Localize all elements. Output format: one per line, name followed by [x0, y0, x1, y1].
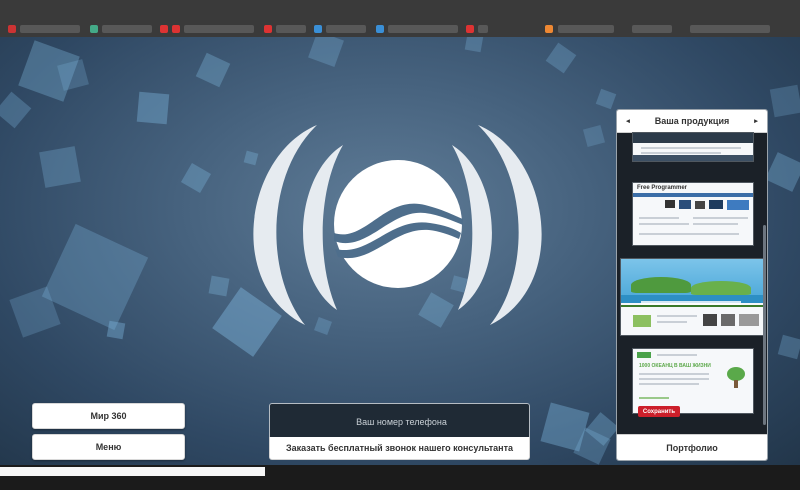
- decor-square: [545, 42, 577, 74]
- decor-square: [195, 52, 231, 88]
- bookmark-item[interactable]: [276, 25, 306, 33]
- decor-square: [308, 37, 344, 67]
- mir360-label: Мир 360: [90, 411, 127, 421]
- bookmarks-bar: [0, 0, 800, 38]
- decor-square: [180, 162, 212, 194]
- order-call-label: Заказать бесплатный звонок нашего консул…: [285, 443, 514, 453]
- loading-progress-bar: [0, 467, 265, 476]
- loading-progress-fill: [0, 467, 265, 476]
- decor-square: [769, 84, 800, 118]
- decor-square: [595, 88, 617, 110]
- portfolio-thumbnail[interactable]: Free Programmer: [632, 182, 754, 246]
- portfolio-button[interactable]: Портфолио: [617, 434, 767, 460]
- next-arrow-icon[interactable]: ▸: [749, 110, 763, 132]
- youtube-icon[interactable]: [160, 25, 168, 33]
- pinterest-save-button[interactable]: Сохранить: [638, 406, 680, 417]
- portfolio-thumbnail[interactable]: 1000 ОКЕАНЦ В ВАШ ЖИЗНИ: [632, 348, 754, 414]
- decor-square: [464, 37, 484, 53]
- bookmark-item[interactable]: [20, 25, 80, 33]
- bookmark-icon[interactable]: [314, 25, 322, 33]
- save-badge-label: Сохранить: [642, 408, 676, 415]
- portfolio-thumbnail[interactable]: [632, 132, 754, 162]
- decor-square: [106, 320, 126, 340]
- portfolio-thumbnail[interactable]: [620, 258, 766, 336]
- thumbnail-title: Free Programmer: [637, 185, 688, 191]
- bookmark-item[interactable]: [632, 25, 672, 33]
- decor-square: [765, 152, 800, 192]
- bookmark-icon[interactable]: [90, 25, 98, 33]
- prev-arrow-icon[interactable]: ◂: [621, 110, 635, 132]
- order-call-button[interactable]: Заказать бесплатный звонок нашего консул…: [269, 437, 530, 460]
- bookmark-icon[interactable]: [545, 25, 553, 33]
- portfolio-scrollbar[interactable]: [763, 225, 766, 425]
- phone-input[interactable]: [270, 404, 533, 439]
- decor-square: [39, 146, 81, 188]
- decor-square: [0, 91, 32, 129]
- youtube-icon[interactable]: [172, 25, 180, 33]
- menu-label: Меню: [95, 442, 122, 452]
- portfolio-button-label: Портфолио: [666, 442, 718, 453]
- bookmark-item[interactable]: [184, 25, 254, 33]
- bookmark-item[interactable]: [558, 25, 614, 33]
- decor-square: [136, 91, 170, 125]
- bookmark-item[interactable]: [690, 25, 770, 33]
- thumbnail-headline: 1000 ОКЕАНЦ В ВАШ ЖИЗНИ: [639, 363, 711, 369]
- decor-square: [57, 59, 89, 91]
- phone-field-container: [269, 403, 533, 439]
- bookmark-item[interactable]: [326, 25, 366, 33]
- decor-square: [777, 334, 800, 360]
- globe-wave-logo: [253, 125, 542, 325]
- bookmark-icon[interactable]: [376, 25, 384, 33]
- youtube-icon[interactable]: [466, 25, 474, 33]
- youtube-icon[interactable]: [264, 25, 272, 33]
- bookmark-item[interactable]: [478, 25, 488, 33]
- portfolio-title: Ваша продукция: [654, 116, 730, 126]
- decor-square: [41, 223, 149, 331]
- bookmark-icon[interactable]: [8, 25, 16, 33]
- mir360-button[interactable]: Мир 360: [32, 403, 185, 429]
- decor-square: [582, 124, 606, 148]
- menu-button[interactable]: Меню: [32, 434, 185, 460]
- portfolio-header: ◂ Ваша продукция ▸: [617, 110, 767, 133]
- bookmark-item[interactable]: [102, 25, 152, 33]
- bookmark-item[interactable]: [388, 25, 458, 33]
